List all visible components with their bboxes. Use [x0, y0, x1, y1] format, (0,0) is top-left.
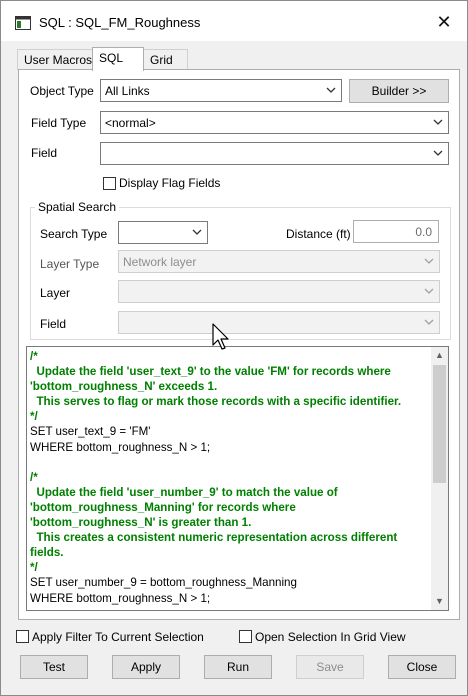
- sql-dialog: SQL : SQL_FM_Roughness ✕ User Macros SQL…: [0, 0, 468, 696]
- sql-scrollbar[interactable]: ▲ ▼: [431, 347, 448, 610]
- spatial-search-title: Spatial Search: [35, 200, 120, 214]
- sql-line: 'bottom_roughness_Manning' for records w…: [30, 500, 296, 514]
- sql-line: Update the field 'user_number_9' to matc…: [30, 485, 338, 499]
- app-window-icon: [15, 16, 31, 30]
- sql-line: 'bottom_roughness_N' exceeds 1.: [30, 380, 218, 394]
- spatial-field-label: Field: [40, 317, 67, 331]
- display-flag-label: Display Flag Fields: [119, 176, 221, 190]
- sql-line: WHERE bottom_roughness_N > 1;: [30, 591, 211, 605]
- close-button[interactable]: Close: [388, 655, 456, 679]
- layer-select[interactable]: [118, 280, 440, 303]
- object-type-select[interactable]: All Links: [100, 79, 342, 102]
- test-button[interactable]: Test: [20, 655, 88, 679]
- builder-button[interactable]: Builder >>: [349, 79, 449, 103]
- layer-label: Layer: [40, 286, 71, 300]
- field-type-label: Field Type: [31, 116, 87, 130]
- search-type-label: Search Type: [40, 227, 108, 241]
- distance-label: Distance (ft): [286, 227, 351, 241]
- chevron-down-icon: [424, 319, 434, 325]
- apply-filter-checkbox[interactable]: [16, 630, 29, 643]
- window-title: SQL : SQL_FM_Roughness: [39, 15, 201, 30]
- sql-editor[interactable]: /* Update the field 'user_text_9' to the…: [26, 346, 449, 611]
- sql-line: SET user_text_9 = 'FM': [30, 425, 151, 439]
- sql-line: Update the field 'user_text_9' to the va…: [30, 365, 391, 379]
- chevron-down-icon: [424, 258, 434, 264]
- chevron-down-icon: [433, 119, 443, 125]
- layer-type-label: Layer Type: [40, 257, 100, 271]
- chevron-down-icon: [424, 288, 434, 294]
- sql-line: fields.: [30, 546, 64, 560]
- layer-type-value: Network layer: [123, 255, 197, 269]
- scroll-thumb[interactable]: [433, 365, 446, 483]
- spatial-field-select[interactable]: [118, 311, 440, 334]
- object-type-label: Object Type: [30, 84, 94, 98]
- sql-line: */: [30, 561, 38, 575]
- sql-line: This serves to flag or mark those record…: [30, 395, 402, 409]
- mouse-pointer-icon: [212, 323, 229, 350]
- chevron-down-icon: [192, 229, 202, 235]
- sql-line: /*: [30, 470, 38, 484]
- title-bar[interactable]: SQL : SQL_FM_Roughness ✕: [1, 1, 467, 41]
- sql-text[interactable]: /* Update the field 'user_text_9' to the…: [30, 349, 428, 606]
- distance-input[interactable]: 0.0: [353, 220, 439, 243]
- sql-line: This creates a consistent numeric repres…: [30, 531, 398, 545]
- save-button[interactable]: Save: [296, 655, 364, 679]
- tab-user-macros[interactable]: User Macros: [17, 49, 93, 70]
- apply-button[interactable]: Apply: [112, 655, 180, 679]
- field-type-value: <normal>: [105, 116, 156, 130]
- scroll-down-icon[interactable]: ▼: [431, 593, 448, 610]
- open-selection-checkbox[interactable]: [239, 630, 252, 643]
- tab-grid[interactable]: Grid: [143, 49, 188, 70]
- chevron-down-icon: [326, 87, 336, 93]
- run-button[interactable]: Run: [204, 655, 272, 679]
- scroll-up-icon[interactable]: ▲: [431, 347, 448, 364]
- sql-line: SET user_number_9 = bottom_roughness_Man…: [30, 576, 297, 590]
- search-type-select[interactable]: [118, 221, 208, 244]
- sql-line: */: [30, 410, 38, 424]
- display-flag-checkbox[interactable]: [103, 177, 116, 190]
- sql-line: WHERE bottom_roughness_N > 1;: [30, 440, 211, 454]
- layer-type-select[interactable]: Network layer: [118, 250, 440, 273]
- sql-line: [30, 455, 428, 470]
- tab-sql[interactable]: SQL: [92, 47, 144, 71]
- sql-line: 'bottom_roughness_N' is greater than 1.: [30, 516, 252, 530]
- field-select[interactable]: [100, 142, 449, 165]
- chevron-down-icon: [433, 150, 443, 156]
- open-selection-label: Open Selection In Grid View: [255, 630, 406, 644]
- field-type-select[interactable]: <normal>: [100, 111, 449, 134]
- apply-filter-label: Apply Filter To Current Selection: [32, 630, 204, 644]
- field-label: Field: [31, 146, 58, 160]
- close-window-button[interactable]: ✕: [421, 1, 467, 41]
- object-type-value: All Links: [105, 84, 150, 98]
